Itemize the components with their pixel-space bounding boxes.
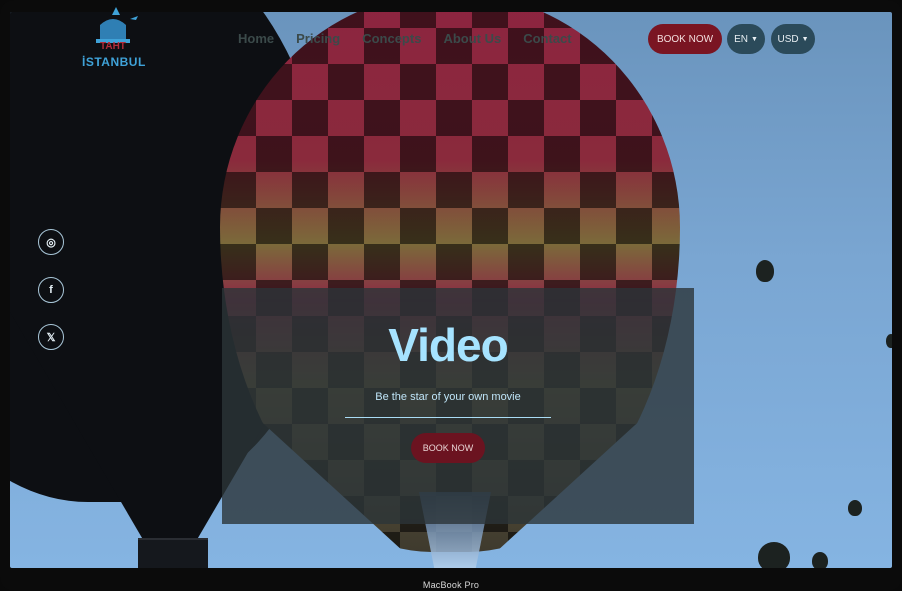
hero-divider — [345, 417, 551, 418]
hero-book-now-button[interactable]: BOOK NOW — [411, 433, 485, 463]
distant-balloon — [848, 500, 862, 516]
logo-line1: TAHT — [100, 41, 126, 52]
laptop-frame: TAHT İSTANBUL Home Pricing Concepts Abou… — [0, 0, 902, 591]
hero-subtitle: Be the star of your own movie — [375, 391, 521, 403]
distant-balloon — [756, 260, 774, 282]
device-label: MacBook Pro — [422, 580, 480, 590]
header-book-now-button[interactable]: BOOK NOW — [648, 24, 722, 54]
x-icon[interactable]: 𝕏 — [38, 324, 64, 350]
language-select[interactable]: EN ▼ — [727, 24, 765, 54]
nav-about-us[interactable]: About Us — [443, 31, 501, 46]
facebook-icon[interactable]: f — [38, 277, 64, 303]
chevron-down-icon: ▼ — [801, 35, 809, 43]
language-value: EN — [734, 33, 748, 45]
distant-balloon — [812, 552, 828, 568]
distant-balloon — [758, 542, 790, 568]
chevron-down-icon: ▼ — [750, 35, 758, 43]
nav-contact[interactable]: Contact — [523, 31, 571, 46]
nav-concepts[interactable]: Concepts — [362, 31, 421, 46]
instagram-icon[interactable]: ◎ — [38, 229, 64, 255]
website-screen — [10, 12, 892, 568]
distant-balloon — [886, 334, 892, 348]
currency-select[interactable]: USD ▼ — [771, 24, 815, 54]
hero-title: Video — [388, 319, 508, 371]
main-nav: Home Pricing Concepts About Us Contact — [238, 31, 572, 46]
nav-home[interactable]: Home — [238, 31, 274, 46]
nav-pricing[interactable]: Pricing — [296, 31, 340, 46]
balloon-basket-image — [138, 538, 208, 568]
currency-value: USD — [777, 33, 799, 45]
logo-line2: İSTANBUL — [82, 55, 146, 69]
